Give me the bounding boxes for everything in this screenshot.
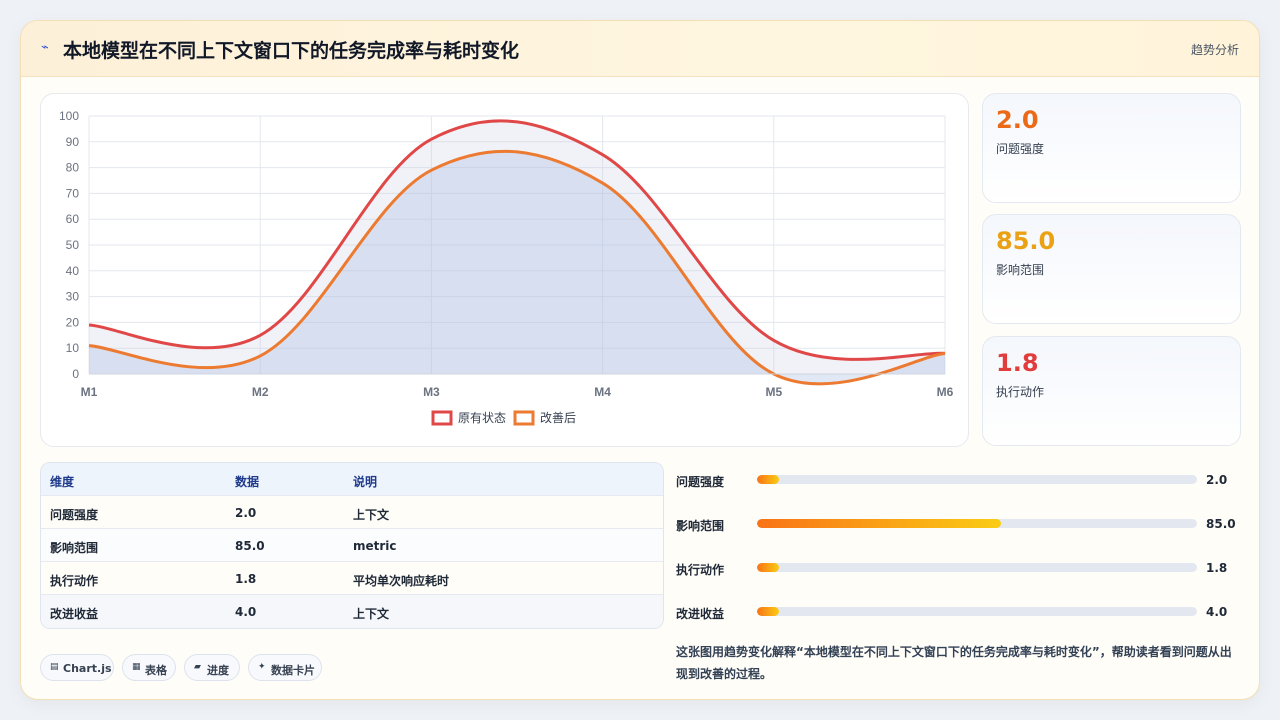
pill-label: 数据卡片 [271,664,315,677]
table-cell: 85.0 [235,539,265,553]
table-cell: 2.0 [235,506,257,520]
y-tick-label: 90 [66,135,80,149]
table-cell: metric [353,539,397,553]
column-header: 数据 [235,475,260,489]
stat-value: 85.0 [996,227,1056,255]
table-row: 执行动作 1.8 平均单次响应耗时 [41,562,663,595]
y-tick-label: 60 [66,212,80,226]
y-tick-label: 100 [59,109,79,123]
x-tick-label: M3 [423,385,440,399]
table-cell: 平均单次响应耗时 [353,574,450,588]
chart-icon: ▤ [50,662,59,672]
stat-card-scope: 85.0 影响范围 [982,214,1241,324]
progress-value: 4.0 [1206,605,1228,619]
table-cell: 上下文 [353,508,390,522]
progress-track [757,563,1197,572]
table-icon: ▦ [132,662,141,672]
pill-label: 表格 [145,664,167,677]
header-tag: 趋势分析 [1190,43,1239,57]
progress-fill [757,519,1002,528]
chart-panel: 0 10 20 30 40 50 60 70 80 90 100 M1 M2 M3 M4 M5 M6 原有状态 改善… [40,93,969,447]
header-bar: ⌁ 本地模型在不同上下文窗口下的任务完成率与耗时变化 趋势分析 [21,21,1259,77]
progress-row-intensity: 问题强度 2.0 [676,471,1246,491]
table-cell: 改进收益 [50,607,99,621]
table-cell: 1.8 [235,572,257,586]
column-header: 维度 [50,475,75,489]
y-tick-label: 80 [66,161,80,175]
sparkle-icon: ✦ [258,662,266,672]
legend-swatch [513,410,535,426]
pill-progress[interactable]: ▰ 进度 [184,654,240,681]
progress-track [757,519,1197,528]
progress-row-scope: 影响范围 85.0 [676,515,1246,535]
progress-label: 改进收益 [676,607,725,621]
pill-table[interactable]: ▦ 表格 [122,654,176,681]
table-cell: 执行动作 [50,574,99,588]
y-tick-label: 0 [72,367,79,381]
progress-value: 85.0 [1206,517,1236,531]
stat-value: 1.8 [996,349,1039,377]
table-row: 问题强度 2.0 上下文 [41,496,663,529]
progress-fill [757,607,779,616]
table-header-row: 维度 数据 说明 [41,463,663,496]
legend-swatch [431,410,453,426]
pill-chartjs[interactable]: ▤ Chart.js [40,654,114,681]
progress-track [757,607,1197,616]
y-tick-label: 20 [66,315,80,329]
table-row: 改进收益 4.0 上下文 [41,595,663,628]
progress-value: 1.8 [1206,561,1228,575]
x-tick-label: M2 [252,385,269,399]
progress-track [757,475,1197,484]
stat-label: 影响范围 [996,263,1045,277]
progress-fill [757,475,779,484]
report-card: ⌁ 本地模型在不同上下文窗口下的任务完成率与耗时变化 趋势分析 0 10 20 30 4… [20,20,1260,700]
legend-label: 改善后 [540,410,576,425]
pill-label: 进度 [207,664,229,677]
legend-label: 原有状态 [458,411,506,425]
y-tick-label: 10 [66,341,80,355]
table-cell: 4.0 [235,605,257,619]
stat-card-intensity: 2.0 问题强度 [982,93,1241,203]
y-tick-label: 40 [66,264,80,278]
progress-row-gain: 改进收益 4.0 [676,603,1246,623]
table-row: 影响范围 85.0 metric [41,529,663,562]
progress-label: 问题强度 [676,475,725,489]
table-cell: 影响范围 [50,541,99,555]
x-tick-label: M6 [937,385,954,399]
x-tick-label: M4 [594,385,611,399]
x-tick-label: M5 [765,385,782,399]
x-tick-label: M1 [81,385,98,399]
progress-fill [757,563,779,572]
progress-label: 影响范围 [676,519,725,533]
stat-label: 执行动作 [996,385,1045,399]
y-tick-label: 30 [66,290,80,304]
column-header: 说明 [353,475,378,489]
chart-description: 这张图用趋势变化解释“本地模型在不同上下文窗口下的任务完成率与耗时变化”，帮助读… [676,645,1232,681]
progress-icon: ▰ [194,662,201,672]
trend-icon: ⌁ [41,40,49,55]
y-tick-label: 70 [66,186,80,200]
pill-data-card[interactable]: ✦ 数据卡片 [248,654,322,681]
page-title: 本地模型在不同上下文窗口下的任务完成率与耗时变化 [63,40,520,62]
progress-row-action: 执行动作 1.8 [676,559,1246,579]
table-cell: 问题强度 [50,508,99,522]
y-tick-label: 50 [66,238,80,252]
progress-value: 2.0 [1206,473,1228,487]
stat-card-action: 1.8 执行动作 [982,336,1241,446]
pill-label: Chart.js [63,662,112,675]
stat-label: 问题强度 [996,142,1045,156]
stat-value: 2.0 [996,106,1039,134]
table-cell: 上下文 [353,607,390,621]
data-table: 维度 数据 说明 问题强度 2.0 上下文 影响范围 85.0 metric 执… [40,462,664,629]
progress-label: 执行动作 [676,563,725,577]
line-chart: 0 10 20 30 40 50 60 70 80 90 100 M1 M2 M3 M4 M5 M6 原有状态 改善… [59,109,954,426]
